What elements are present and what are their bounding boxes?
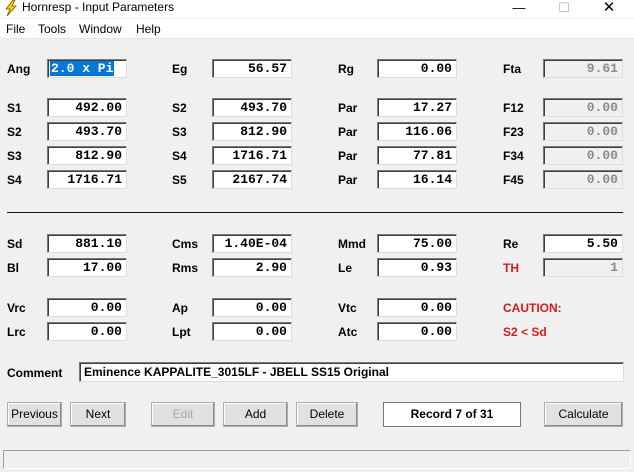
ang-label: Ang xyxy=(7,62,31,76)
s3-row3-label: S3 xyxy=(7,149,22,163)
th-label: TH xyxy=(503,261,519,275)
par1-field[interactable]: 17.27 xyxy=(377,98,457,117)
s3-label: S3 xyxy=(172,125,187,139)
mmd-label: Mmd xyxy=(338,237,366,251)
edit-button[interactable]: Edit xyxy=(151,402,215,427)
vtc-label: Vtc xyxy=(338,301,357,315)
lightning-bolt-icon xyxy=(5,0,17,16)
lrc-label: Lrc xyxy=(7,325,26,339)
menu-help[interactable]: Help xyxy=(136,22,161,36)
maximize-button[interactable]: ☐ xyxy=(541,0,587,18)
par4-label: Par xyxy=(338,173,358,187)
sd-field[interactable]: 881.10 xyxy=(47,234,127,253)
le-label: Le xyxy=(338,261,353,275)
add-button[interactable]: Add xyxy=(223,402,288,427)
fta-label: Fta xyxy=(503,62,521,76)
previous-button[interactable]: Previous xyxy=(7,402,62,427)
re-label: Re xyxy=(503,237,519,251)
title-bar: Hornresp - Input Parameters — ☐ ✕ xyxy=(0,0,634,18)
vtc-field[interactable]: 0.00 xyxy=(377,298,457,317)
atc-label: Atc xyxy=(338,325,358,339)
lpt-label: Lpt xyxy=(172,325,191,339)
f34-label: F34 xyxy=(503,149,524,163)
bl-field[interactable]: 17.00 xyxy=(47,258,127,277)
s4-field[interactable]: 1716.71 xyxy=(212,146,292,165)
window-title: Hornresp - Input Parameters xyxy=(22,0,175,14)
s1-field[interactable]: 492.00 xyxy=(47,98,127,117)
rg-label: Rg xyxy=(338,62,354,76)
s1-label: S1 xyxy=(7,101,22,115)
f45-label: F45 xyxy=(503,173,524,187)
rms-label: Rms xyxy=(172,261,199,275)
rms-field[interactable]: 2.90 xyxy=(212,258,292,277)
f23-field: 0.00 xyxy=(543,122,623,141)
status-bar xyxy=(3,450,631,469)
menu-file[interactable]: File xyxy=(6,22,25,36)
s2-row2-field[interactable]: 493.70 xyxy=(47,122,127,141)
section-divider xyxy=(7,212,623,214)
bl-label: Bl xyxy=(7,261,19,275)
menu-window[interactable]: Window xyxy=(79,22,122,36)
par3-label: Par xyxy=(338,149,358,163)
caution-title: CAUTION: xyxy=(503,301,562,315)
s4-label: S4 xyxy=(172,149,187,163)
th-field: 1 xyxy=(543,258,623,277)
lrc-field[interactable]: 0.00 xyxy=(47,322,127,341)
s5-field[interactable]: 2167.74 xyxy=(212,170,292,189)
cms-field[interactable]: 1.40E-04 xyxy=(212,234,292,253)
ap-label: Ap xyxy=(172,301,188,315)
f12-label: F12 xyxy=(503,101,524,115)
s3-row3-field[interactable]: 812.90 xyxy=(47,146,127,165)
re-field[interactable]: 5.50 xyxy=(543,234,623,253)
par2-label: Par xyxy=(338,125,358,139)
s2-label: S2 xyxy=(172,101,187,115)
caution-message: S2 < Sd xyxy=(503,325,547,339)
s2-row2-label: S2 xyxy=(7,125,22,139)
next-button[interactable]: Next xyxy=(70,402,126,427)
le-field[interactable]: 0.93 xyxy=(377,258,457,277)
sd-label: Sd xyxy=(7,237,23,251)
mmd-field[interactable]: 75.00 xyxy=(377,234,457,253)
atc-field[interactable]: 0.00 xyxy=(377,322,457,341)
s3-field[interactable]: 812.90 xyxy=(212,122,292,141)
s4-row4-label: S4 xyxy=(7,173,22,187)
f45-field: 0.00 xyxy=(543,170,623,189)
minimize-button[interactable]: — xyxy=(496,0,542,18)
delete-button[interactable]: Delete xyxy=(296,402,358,427)
close-button[interactable]: ✕ xyxy=(586,0,632,18)
f12-field: 0.00 xyxy=(543,98,623,117)
ang-value: 2.0 x Pi xyxy=(50,61,115,76)
eg-label: Eg xyxy=(172,62,188,76)
fta-field: 9.61 xyxy=(543,59,623,78)
menu-tools[interactable]: Tools xyxy=(38,22,66,36)
lpt-field[interactable]: 0.00 xyxy=(212,322,292,341)
s4-row4-field[interactable]: 1716.71 xyxy=(47,170,127,189)
vrc-field[interactable]: 0.00 xyxy=(47,298,127,317)
rg-field[interactable]: 0.00 xyxy=(377,59,457,78)
par2-field[interactable]: 116.06 xyxy=(377,122,457,141)
comment-label: Comment xyxy=(7,366,63,380)
f23-label: F23 xyxy=(503,125,524,139)
eg-field[interactable]: 56.57 xyxy=(212,59,292,78)
record-indicator: Record 7 of 31 xyxy=(383,402,521,427)
par3-field[interactable]: 77.81 xyxy=(377,146,457,165)
s5-label: S5 xyxy=(172,173,187,187)
par4-field[interactable]: 16.14 xyxy=(377,170,457,189)
ap-field[interactable]: 0.00 xyxy=(212,298,292,317)
s2-field[interactable]: 493.70 xyxy=(212,98,292,117)
comment-field[interactable]: Eminence KAPPALITE_3015LF - JBELL SS15 O… xyxy=(79,362,624,382)
cms-label: Cms xyxy=(172,237,199,251)
par1-label: Par xyxy=(338,101,358,115)
f34-field: 0.00 xyxy=(543,146,623,165)
calculate-button[interactable]: Calculate xyxy=(544,402,623,427)
vrc-label: Vrc xyxy=(7,301,26,315)
ang-field[interactable]: 2.0 x Pi xyxy=(47,59,127,78)
menu-bar: File Tools Window Help xyxy=(0,19,634,39)
